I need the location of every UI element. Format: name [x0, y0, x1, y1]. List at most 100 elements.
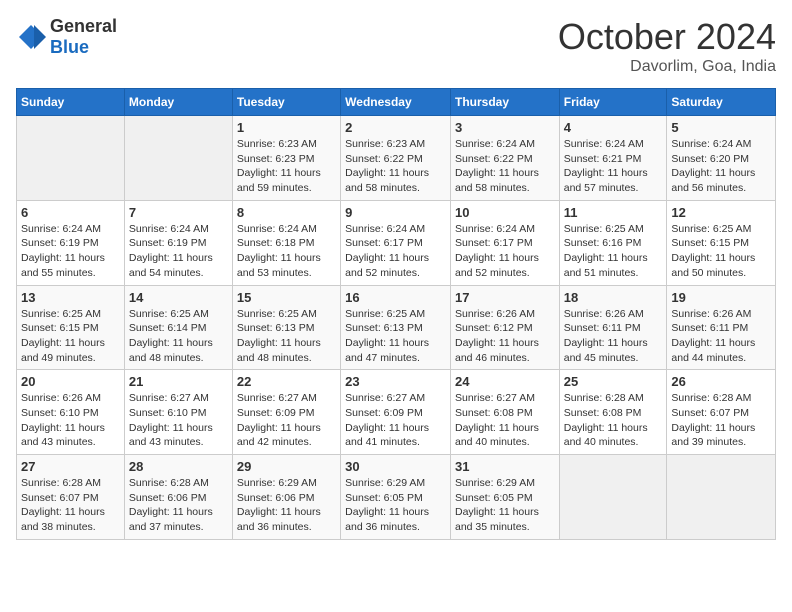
day-number: 3: [455, 120, 555, 135]
daylight-label: Daylight:: [345, 337, 386, 349]
calendar-day-4: 4 Sunrise: 6:24 AM Sunset: 6:21 PM Dayli…: [559, 116, 667, 201]
day-number: 7: [129, 205, 228, 220]
daylight-label: Daylight:: [21, 422, 62, 434]
logo-blue-text: Blue: [50, 37, 89, 57]
sunrise-label: Sunrise:: [129, 477, 168, 489]
calendar-day-30: 30 Sunrise: 6:29 AM Sunset: 6:05 PM Dayl…: [341, 455, 451, 540]
sunrise-label: Sunrise:: [237, 138, 276, 150]
day-number: 17: [455, 290, 555, 305]
calendar-day-19: 19 Sunrise: 6:26 AM Sunset: 6:11 PM Dayl…: [667, 285, 776, 370]
sunset-label: Sunset:: [671, 153, 707, 165]
sunrise-label: Sunrise:: [21, 223, 60, 235]
calendar-day-24: 24 Sunrise: 6:27 AM Sunset: 6:08 PM Dayl…: [450, 370, 559, 455]
daylight-label: Daylight:: [237, 167, 278, 179]
day-number: 10: [455, 205, 555, 220]
sunrise-label: Sunrise:: [564, 223, 603, 235]
calendar-day-29: 29 Sunrise: 6:29 AM Sunset: 6:06 PM Dayl…: [232, 455, 340, 540]
day-number: 31: [455, 459, 555, 474]
sunrise-label: Sunrise:: [455, 392, 494, 404]
sunset-label: Sunset:: [129, 407, 165, 419]
day-info: Sunrise: 6:25 AM Sunset: 6:13 PM Dayligh…: [345, 307, 446, 366]
calendar-day-20: 20 Sunrise: 6:26 AM Sunset: 6:10 PM Dayl…: [17, 370, 125, 455]
calendar-day-26: 26 Sunrise: 6:28 AM Sunset: 6:07 PM Dayl…: [667, 370, 776, 455]
sunset-label: Sunset:: [564, 237, 600, 249]
calendar-day-28: 28 Sunrise: 6:28 AM Sunset: 6:06 PM Dayl…: [124, 455, 232, 540]
calendar-day-17: 17 Sunrise: 6:26 AM Sunset: 6:12 PM Dayl…: [450, 285, 559, 370]
day-number: 9: [345, 205, 446, 220]
sunrise-label: Sunrise:: [671, 308, 710, 320]
daylight-label: Daylight:: [455, 422, 496, 434]
calendar-day-6: 6 Sunrise: 6:24 AM Sunset: 6:19 PM Dayli…: [17, 200, 125, 285]
sunrise-label: Sunrise:: [129, 392, 168, 404]
calendar-empty: [667, 455, 776, 540]
sunset-label: Sunset:: [455, 492, 491, 504]
day-info: Sunrise: 6:27 AM Sunset: 6:09 PM Dayligh…: [345, 391, 446, 450]
day-info: Sunrise: 6:25 AM Sunset: 6:15 PM Dayligh…: [21, 307, 120, 366]
calendar-empty: [17, 116, 125, 201]
title-block: October 2024 Davorlim, Goa, India: [558, 16, 776, 76]
sunrise-label: Sunrise:: [345, 138, 384, 150]
sunset-label: Sunset:: [671, 407, 707, 419]
weekday-wednesday: Wednesday: [341, 89, 451, 116]
sunset-label: Sunset:: [21, 237, 57, 249]
sunrise-label: Sunrise:: [345, 392, 384, 404]
day-info: Sunrise: 6:23 AM Sunset: 6:23 PM Dayligh…: [237, 137, 336, 196]
sunrise-label: Sunrise:: [21, 477, 60, 489]
day-info: Sunrise: 6:28 AM Sunset: 6:07 PM Dayligh…: [21, 476, 120, 535]
location-text: Davorlim, Goa, India: [558, 58, 776, 76]
calendar-day-16: 16 Sunrise: 6:25 AM Sunset: 6:13 PM Dayl…: [341, 285, 451, 370]
weekday-tuesday: Tuesday: [232, 89, 340, 116]
day-number: 2: [345, 120, 446, 135]
day-number: 18: [564, 290, 663, 305]
day-number: 19: [671, 290, 771, 305]
day-number: 27: [21, 459, 120, 474]
daylight-label: Daylight:: [564, 337, 605, 349]
daylight-label: Daylight:: [671, 337, 712, 349]
day-info: Sunrise: 6:27 AM Sunset: 6:08 PM Dayligh…: [455, 391, 555, 450]
day-number: 20: [21, 374, 120, 389]
calendar-day-7: 7 Sunrise: 6:24 AM Sunset: 6:19 PM Dayli…: [124, 200, 232, 285]
sunset-label: Sunset:: [455, 407, 491, 419]
day-number: 6: [21, 205, 120, 220]
sunrise-label: Sunrise:: [237, 392, 276, 404]
sunrise-label: Sunrise:: [345, 223, 384, 235]
day-info: Sunrise: 6:24 AM Sunset: 6:20 PM Dayligh…: [671, 137, 771, 196]
sunset-label: Sunset:: [237, 407, 273, 419]
day-info: Sunrise: 6:23 AM Sunset: 6:22 PM Dayligh…: [345, 137, 446, 196]
day-info: Sunrise: 6:27 AM Sunset: 6:10 PM Dayligh…: [129, 391, 228, 450]
page-header: General Blue October 2024 Davorlim, Goa,…: [16, 16, 776, 76]
day-info: Sunrise: 6:26 AM Sunset: 6:12 PM Dayligh…: [455, 307, 555, 366]
day-info: Sunrise: 6:24 AM Sunset: 6:22 PM Dayligh…: [455, 137, 555, 196]
sunset-label: Sunset:: [129, 322, 165, 334]
day-number: 5: [671, 120, 771, 135]
sunset-label: Sunset:: [129, 237, 165, 249]
daylight-label: Daylight:: [237, 337, 278, 349]
calendar-week-4: 20 Sunrise: 6:26 AM Sunset: 6:10 PM Dayl…: [17, 370, 776, 455]
day-number: 8: [237, 205, 336, 220]
daylight-label: Daylight:: [455, 506, 496, 518]
sunset-label: Sunset:: [237, 237, 273, 249]
day-info: Sunrise: 6:27 AM Sunset: 6:09 PM Dayligh…: [237, 391, 336, 450]
logo-icon: [16, 22, 46, 52]
weekday-monday: Monday: [124, 89, 232, 116]
logo-general-text: General: [50, 16, 117, 36]
day-info: Sunrise: 6:24 AM Sunset: 6:18 PM Dayligh…: [237, 222, 336, 281]
calendar-day-21: 21 Sunrise: 6:27 AM Sunset: 6:10 PM Dayl…: [124, 370, 232, 455]
calendar-week-5: 27 Sunrise: 6:28 AM Sunset: 6:07 PM Dayl…: [17, 455, 776, 540]
day-number: 30: [345, 459, 446, 474]
sunset-label: Sunset:: [129, 492, 165, 504]
daylight-label: Daylight:: [564, 167, 605, 179]
daylight-label: Daylight:: [455, 167, 496, 179]
daylight-label: Daylight:: [345, 167, 386, 179]
day-number: 28: [129, 459, 228, 474]
sunrise-label: Sunrise:: [455, 138, 494, 150]
sunset-label: Sunset:: [21, 322, 57, 334]
day-info: Sunrise: 6:25 AM Sunset: 6:16 PM Dayligh…: [564, 222, 663, 281]
weekday-header-row: SundayMondayTuesdayWednesdayThursdayFrid…: [17, 89, 776, 116]
day-info: Sunrise: 6:28 AM Sunset: 6:06 PM Dayligh…: [129, 476, 228, 535]
day-info: Sunrise: 6:24 AM Sunset: 6:21 PM Dayligh…: [564, 137, 663, 196]
sunrise-label: Sunrise:: [237, 308, 276, 320]
day-info: Sunrise: 6:25 AM Sunset: 6:15 PM Dayligh…: [671, 222, 771, 281]
sunrise-label: Sunrise:: [237, 477, 276, 489]
day-number: 22: [237, 374, 336, 389]
